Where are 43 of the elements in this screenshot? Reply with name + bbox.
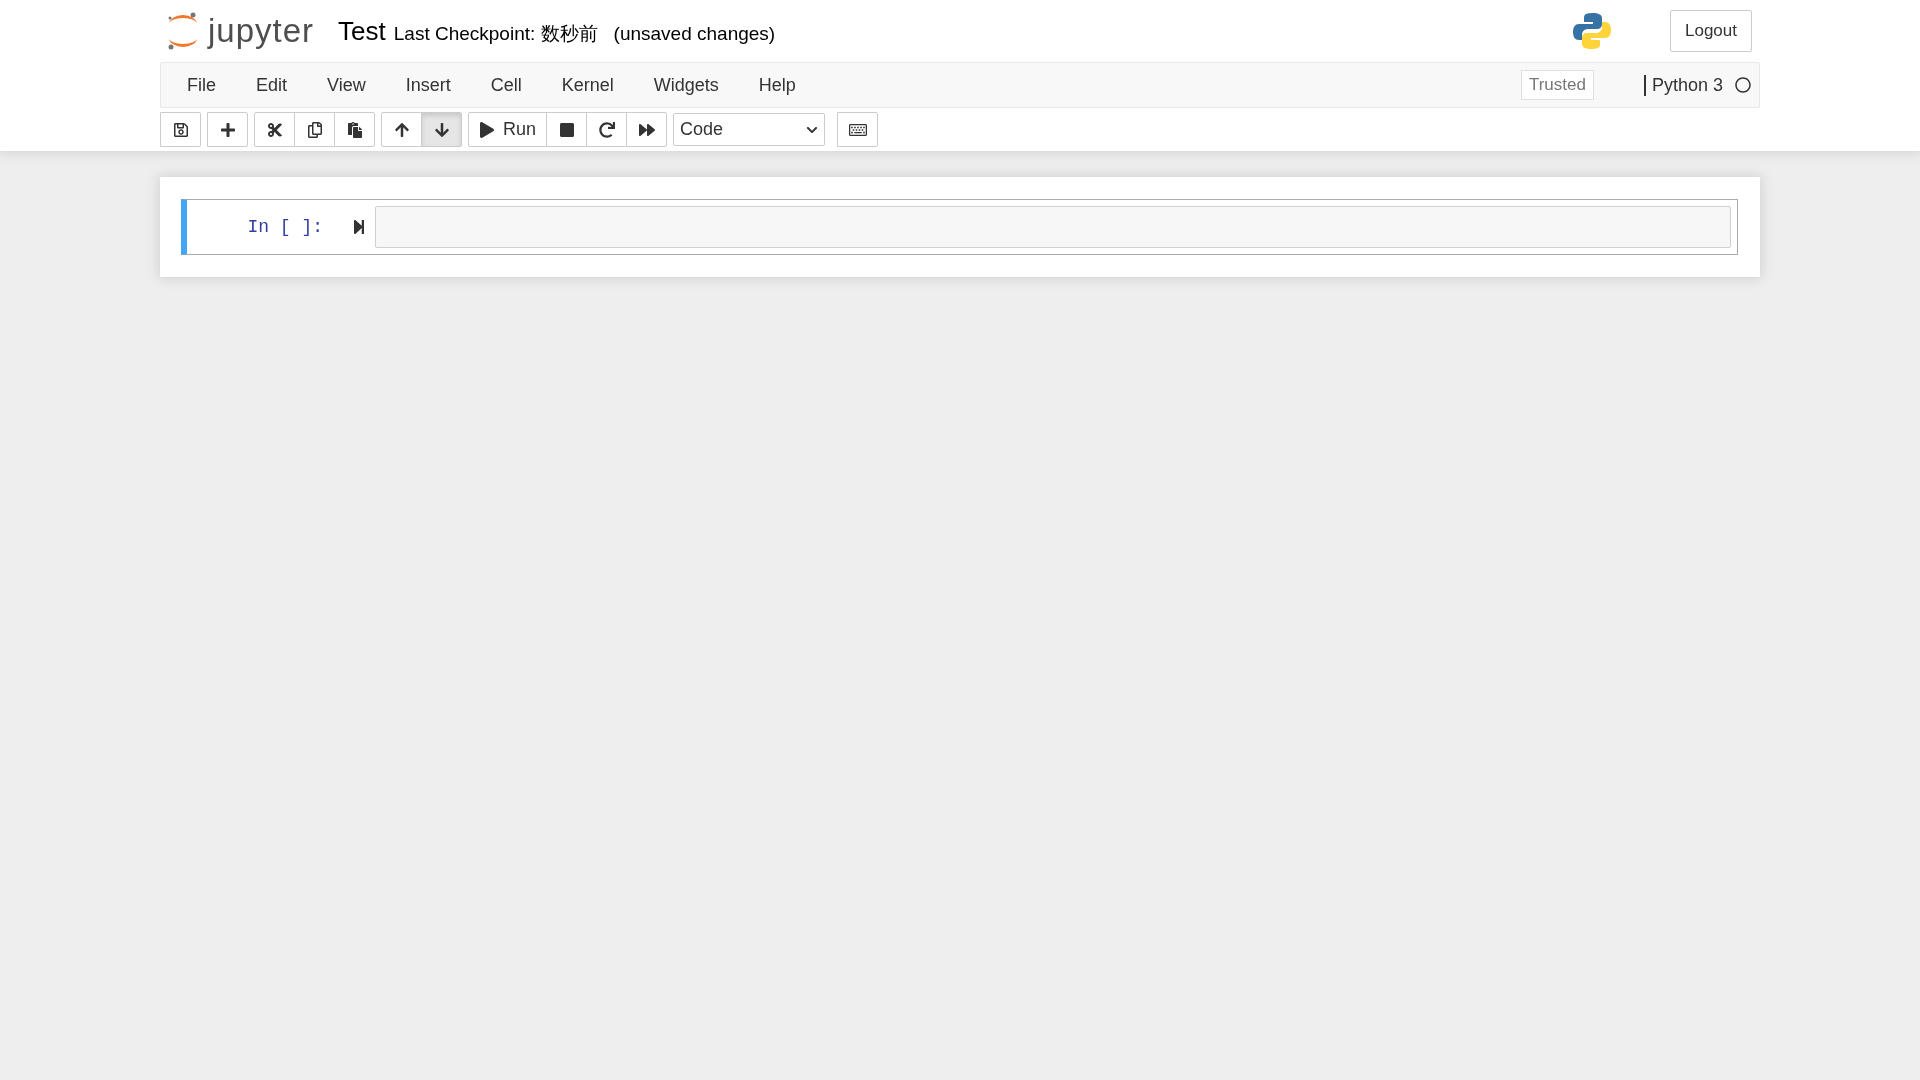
logout-button[interactable]: Logout [1670,10,1752,52]
menu-item[interactable]: Edit [236,74,308,96]
plus-icon [219,121,236,138]
python-logo-icon [1572,11,1612,51]
paste-icon [346,121,363,138]
move-up-button[interactable] [381,112,422,147]
restart-button[interactable] [586,112,628,147]
fast-forward-icon [638,121,655,138]
run-button[interactable]: Run [468,112,548,147]
autosave-status: (unsaved changes) [613,22,776,45]
input-prompt: In [ ]: [246,217,324,237]
jupyter-logo-text: jupyter [208,12,315,50]
cut-button[interactable] [254,112,295,147]
save-button[interactable] [160,112,201,147]
menu-item[interactable]: Cell [470,74,542,96]
kernel-name: Python 3 [1643,74,1723,96]
menu-item[interactable]: Kernel [541,74,634,96]
restart-run-all-button[interactable] [626,112,668,147]
keyboard-shortcuts-button[interactable] [837,112,879,147]
arrow-down-icon [433,121,450,138]
add-cell-button[interactable] [207,112,248,147]
menu-item[interactable]: Insert [385,74,471,96]
move-down-button[interactable] [421,112,462,147]
cell-type-dropdown[interactable]: Code [673,113,826,146]
arrow-up-icon [393,121,410,138]
stop-button[interactable] [546,112,588,147]
menu-item[interactable]: Widgets [633,74,739,96]
save-icon [172,121,189,138]
play-icon [479,121,495,138]
copy-button[interactable] [294,112,335,147]
copy-icon [306,121,323,138]
scissors-icon [266,121,283,138]
run-cell-icon[interactable] [351,219,367,235]
trusted-indicator[interactable]: Trusted [1520,70,1594,100]
notebook-name[interactable]: Test [338,15,386,47]
code-input-field[interactable] [375,206,1731,248]
restart-icon [598,121,615,138]
menu-item[interactable]: View [307,74,386,96]
menu-item[interactable]: Help [738,74,816,96]
paste-button[interactable] [334,112,375,147]
menu-item[interactable]: File [167,74,236,96]
checkpoint-status: Last Checkpoint: 数秒前 [393,21,598,46]
code-cell[interactable]: In [ ]: [181,199,1738,255]
